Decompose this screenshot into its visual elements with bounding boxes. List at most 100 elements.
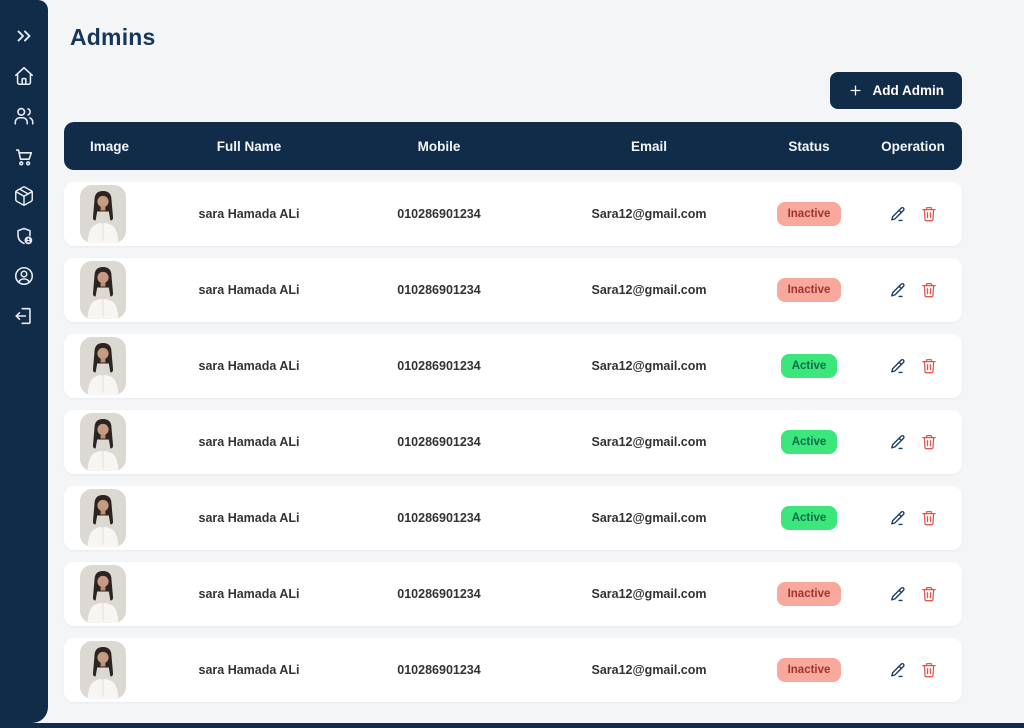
cell-operation bbox=[864, 509, 962, 527]
cell-email: Sara12@gmail.com bbox=[591, 359, 707, 373]
edit-icon[interactable] bbox=[889, 661, 907, 679]
cell-mobile: 010286901234 bbox=[397, 511, 481, 525]
cell-full-name: sara Hamada ALi bbox=[198, 207, 300, 221]
table-row: sara Hamada ALi 010286901234 Sara12@gmai… bbox=[64, 638, 962, 702]
cell-email: Sara12@gmail.com bbox=[591, 435, 707, 449]
cell-email: Sara12@gmail.com bbox=[591, 663, 707, 677]
cell-email: Sara12@gmail.com bbox=[591, 511, 707, 525]
cell-image bbox=[64, 489, 164, 547]
cell-operation bbox=[864, 433, 962, 451]
cell-mobile: 010286901234 bbox=[397, 207, 481, 221]
table-row: sara Hamada ALi 010286901234 Sara12@gmai… bbox=[64, 562, 962, 626]
bottom-edge-bar bbox=[0, 723, 1024, 728]
table-row: sara Hamada ALi 010286901234 Sara12@gmai… bbox=[64, 182, 962, 246]
status-badge: Active bbox=[780, 506, 838, 530]
cell-operation bbox=[864, 205, 962, 223]
cell-status: Inactive bbox=[754, 582, 864, 606]
cell-full-name: sara Hamada ALi bbox=[198, 663, 300, 677]
cell-mobile: 010286901234 bbox=[397, 663, 481, 677]
admin-avatar bbox=[80, 641, 126, 699]
toolbar: Add Admin bbox=[64, 72, 962, 109]
status-badge: Inactive bbox=[776, 658, 842, 682]
admin-avatar bbox=[80, 185, 126, 243]
cell-full-name: sara Hamada ALi bbox=[198, 283, 300, 297]
cell-email: Sara12@gmail.com bbox=[591, 207, 707, 221]
cell-image bbox=[64, 413, 164, 471]
cell-status: Inactive bbox=[754, 202, 864, 226]
cell-email: Sara12@gmail.com bbox=[591, 283, 707, 297]
status-badge: Inactive bbox=[776, 278, 842, 302]
admin-avatar bbox=[80, 413, 126, 471]
table-header: Image Full Name Mobile Email Status Oper… bbox=[64, 122, 962, 170]
cell-mobile: 010286901234 bbox=[397, 435, 481, 449]
admin-avatar bbox=[80, 489, 126, 547]
delete-icon[interactable] bbox=[920, 509, 938, 527]
cell-status: Inactive bbox=[754, 658, 864, 682]
cell-image bbox=[64, 565, 164, 623]
edit-icon[interactable] bbox=[889, 433, 907, 451]
delete-icon[interactable] bbox=[920, 661, 938, 679]
cell-mobile: 010286901234 bbox=[397, 587, 481, 601]
column-header-full-name: Full Name bbox=[216, 138, 282, 154]
sidebar bbox=[0, 0, 48, 723]
logout-icon[interactable] bbox=[13, 305, 35, 327]
cell-full-name: sara Hamada ALi bbox=[198, 511, 300, 525]
package-icon[interactable] bbox=[13, 185, 35, 207]
column-header-image: Image bbox=[90, 138, 130, 154]
table-row: sara Hamada ALi 010286901234 Sara12@gmai… bbox=[64, 258, 962, 322]
column-header-mobile: Mobile bbox=[417, 138, 461, 154]
cell-full-name: sara Hamada ALi bbox=[198, 587, 300, 601]
admin-avatar bbox=[80, 565, 126, 623]
user-profile-icon[interactable] bbox=[13, 265, 35, 287]
delete-icon[interactable] bbox=[920, 433, 938, 451]
cell-email: Sara12@gmail.com bbox=[591, 587, 707, 601]
cell-image bbox=[64, 261, 164, 319]
cell-status: Active bbox=[754, 506, 864, 530]
cell-status: Active bbox=[754, 430, 864, 454]
add-admin-label: Add Admin bbox=[872, 83, 945, 98]
table-row: sara Hamada ALi 010286901234 Sara12@gmai… bbox=[64, 334, 962, 398]
delete-icon[interactable] bbox=[920, 205, 938, 223]
cell-operation bbox=[864, 281, 962, 299]
table-body: sara Hamada ALi 010286901234 Sara12@gmai… bbox=[64, 182, 962, 702]
table-row: sara Hamada ALi 010286901234 Sara12@gmai… bbox=[64, 410, 962, 474]
column-header-operation: Operation bbox=[881, 138, 945, 154]
cell-full-name: sara Hamada ALi bbox=[198, 435, 300, 449]
cell-status: Active bbox=[754, 354, 864, 378]
shield-admin-icon[interactable] bbox=[13, 225, 35, 247]
admin-avatar bbox=[80, 337, 126, 395]
cell-image bbox=[64, 641, 164, 699]
edit-icon[interactable] bbox=[889, 585, 907, 603]
delete-icon[interactable] bbox=[920, 281, 938, 299]
cell-mobile: 010286901234 bbox=[397, 283, 481, 297]
column-header-status: Status bbox=[788, 138, 830, 154]
delete-icon[interactable] bbox=[920, 585, 938, 603]
cell-mobile: 010286901234 bbox=[397, 359, 481, 373]
home-icon[interactable] bbox=[13, 65, 35, 87]
cell-image bbox=[64, 185, 164, 243]
edit-icon[interactable] bbox=[889, 357, 907, 375]
admin-avatar bbox=[80, 261, 126, 319]
status-badge: Inactive bbox=[776, 582, 842, 606]
add-admin-button[interactable]: Add Admin bbox=[829, 72, 962, 109]
cell-status: Inactive bbox=[754, 278, 864, 302]
edit-icon[interactable] bbox=[889, 205, 907, 223]
column-header-email: Email bbox=[630, 138, 668, 154]
cell-full-name: sara Hamada ALi bbox=[198, 359, 300, 373]
users-icon[interactable] bbox=[13, 105, 35, 127]
status-badge: Inactive bbox=[776, 202, 842, 226]
cell-image bbox=[64, 337, 164, 395]
shopping-cart-icon[interactable] bbox=[13, 145, 35, 167]
expand-double-chevron-icon[interactable] bbox=[13, 25, 35, 47]
cell-operation bbox=[864, 661, 962, 679]
delete-icon[interactable] bbox=[920, 357, 938, 375]
page-title: Admins bbox=[70, 24, 156, 50]
cell-operation bbox=[864, 357, 962, 375]
status-badge: Active bbox=[780, 430, 838, 454]
edit-icon[interactable] bbox=[889, 281, 907, 299]
table-row: sara Hamada ALi 010286901234 Sara12@gmai… bbox=[64, 486, 962, 550]
status-badge: Active bbox=[780, 354, 838, 378]
main-content: Admins Add Admin Image Full Name Mobile … bbox=[48, 0, 1024, 702]
plus-icon bbox=[848, 83, 863, 98]
edit-icon[interactable] bbox=[889, 509, 907, 527]
